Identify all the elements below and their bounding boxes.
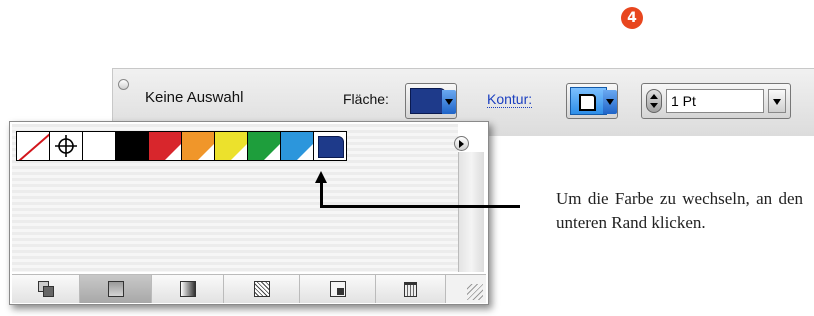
swatch-none[interactable] — [16, 131, 50, 161]
step-number-badge: 4 — [621, 7, 643, 29]
swatch-black[interactable] — [115, 131, 149, 161]
swatch-blue[interactable] — [280, 131, 314, 161]
panel-bottom-bar — [12, 274, 486, 303]
delete-swatch-button[interactable] — [376, 275, 446, 303]
swatches-panel — [9, 121, 489, 305]
new-swatch-button[interactable] — [300, 275, 376, 303]
selection-status-label: Keine Auswahl — [145, 89, 244, 106]
stroke-color-swatch — [570, 87, 607, 115]
callout-line-horizontal — [320, 205, 520, 208]
swatch-list — [12, 124, 469, 272]
panel-menu-icon[interactable] — [454, 136, 469, 151]
swatch-red[interactable] — [148, 131, 182, 161]
caption-text: Um die Farbe zu wechseln, an den unteren… — [556, 189, 803, 232]
stroke-label-link[interactable]: Kontur: — [487, 91, 533, 108]
show-all-swatches-button[interactable] — [12, 275, 80, 303]
swatch-orange[interactable] — [181, 131, 215, 161]
panel-grip-icon[interactable] — [118, 79, 129, 90]
show-gradient-swatches-button[interactable] — [152, 275, 224, 303]
fill-color-dropdown[interactable] — [405, 83, 457, 119]
trash-icon — [404, 281, 417, 297]
dropdown-arrow-icon[interactable] — [442, 90, 456, 114]
color-swatch-icon — [107, 281, 124, 297]
swatch-registration[interactable] — [49, 131, 83, 161]
stroke-weight-control: 1 Pt — [641, 83, 791, 119]
new-swatch-icon — [329, 281, 346, 297]
resize-handle[interactable] — [446, 275, 486, 303]
stroke-weight-input[interactable]: 1 Pt — [666, 89, 764, 113]
stroke-weight-stepper[interactable] — [646, 89, 662, 113]
dropdown-arrow-icon[interactable] — [603, 90, 617, 114]
swatch-yellow[interactable] — [214, 131, 248, 161]
swatch-white[interactable] — [82, 131, 116, 161]
callout-line-vertical — [320, 181, 323, 207]
stroke-color-dropdown[interactable] — [566, 83, 618, 119]
swatch-dark-blue[interactable] — [313, 131, 347, 161]
show-color-swatches-button[interactable] — [80, 275, 152, 303]
show-pattern-swatches-button[interactable] — [224, 275, 300, 303]
fill-color-swatch — [410, 88, 446, 114]
gradient-swatch-icon — [179, 281, 196, 297]
swatch-row — [16, 131, 347, 161]
fill-label: Fläche: — [343, 91, 389, 107]
show-all-swatches-icon — [37, 281, 54, 297]
scrollbar[interactable] — [458, 152, 484, 272]
stroke-weight-dropdown-icon[interactable] — [768, 89, 786, 113]
swatch-green[interactable] — [247, 131, 281, 161]
pattern-swatch-icon — [253, 281, 270, 297]
registration-icon — [55, 135, 77, 157]
